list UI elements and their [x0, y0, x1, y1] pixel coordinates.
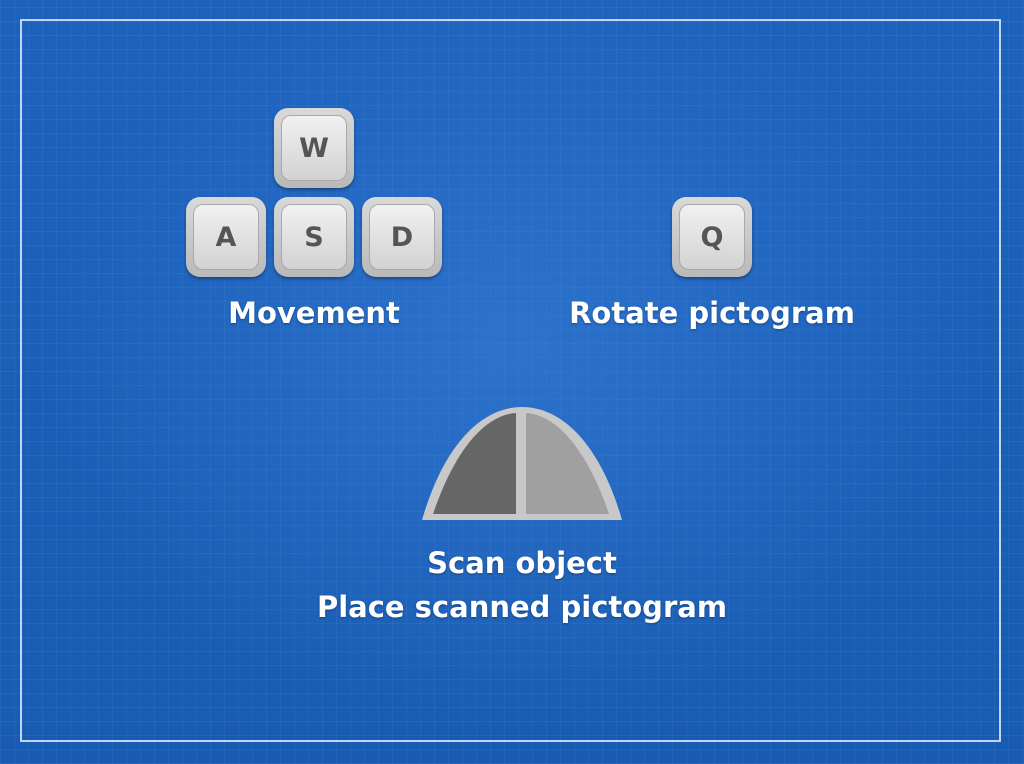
- key-d-label: D: [369, 204, 435, 270]
- key-w: W: [274, 108, 354, 188]
- key-w-label: W: [281, 115, 347, 181]
- key-q-label: Q: [679, 204, 745, 270]
- mouse-buttons-icon: [422, 407, 622, 520]
- movement-label: Movement: [228, 296, 400, 330]
- key-s: S: [274, 197, 354, 277]
- key-a-label: A: [193, 204, 259, 270]
- key-s-label: S: [281, 204, 347, 270]
- key-q: Q: [672, 197, 752, 277]
- rotate-label: Rotate pictogram: [569, 296, 855, 330]
- key-d: D: [362, 197, 442, 277]
- key-a: A: [186, 197, 266, 277]
- scan-object-label: Scan object: [427, 546, 617, 580]
- place-pictogram-label: Place scanned pictogram: [316, 590, 728, 624]
- screen-frame: [20, 19, 1001, 742]
